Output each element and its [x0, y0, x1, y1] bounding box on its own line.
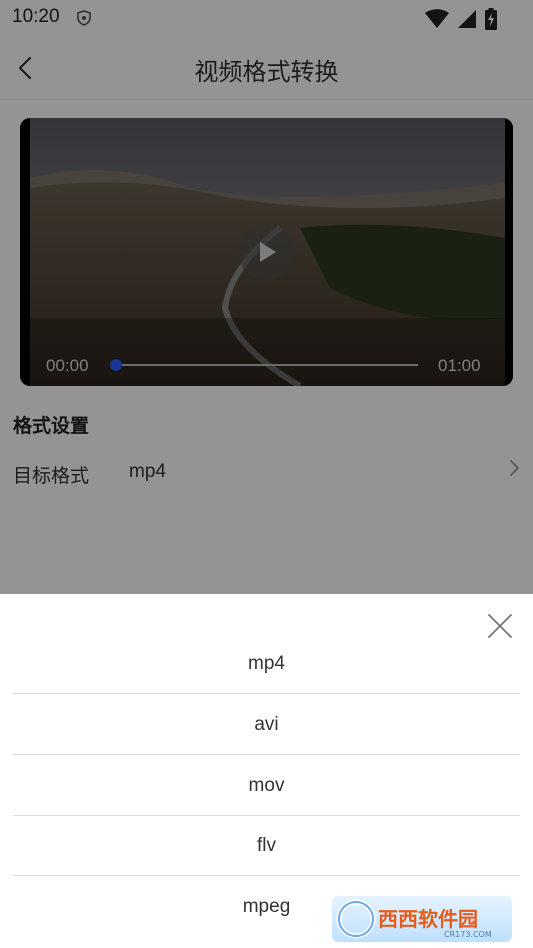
- watermark-text: 西西软件园: [378, 907, 478, 931]
- format-option[interactable]: flv: [13, 815, 520, 876]
- modal-overlay[interactable]: [0, 0, 533, 594]
- format-option[interactable]: avi: [13, 694, 520, 755]
- watermark-subtext: CR173.COM: [444, 930, 492, 939]
- format-picker-sheet: mp4 avi mov flv mpeg: [0, 594, 533, 948]
- format-option[interactable]: mov: [13, 755, 520, 816]
- watermark-logo: 西西软件园 CR173.COM: [332, 896, 512, 942]
- format-option[interactable]: mp4: [13, 633, 520, 694]
